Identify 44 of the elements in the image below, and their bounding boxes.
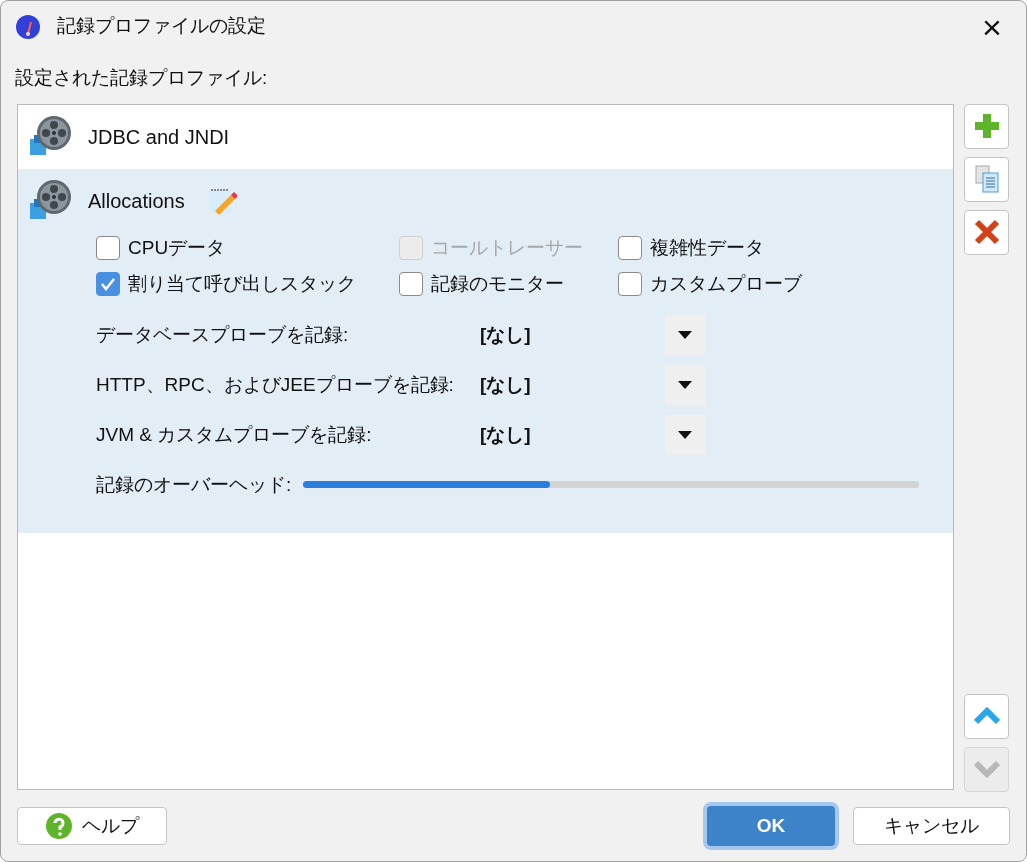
checkbox-label: カスタムプローブ [650,271,802,296]
checkbox-label: 複雑性データ [650,235,764,260]
probe-value: [なし] [480,322,532,347]
close-button[interactable]: × [972,6,1012,47]
checkbox[interactable] [618,235,642,260]
plus-icon [973,113,1000,140]
question-icon [45,813,72,840]
list-label: 設定された記録プロファイル: [15,65,268,90]
down-chevron-icon [973,760,1000,779]
caret-icon [678,330,692,339]
checkbox[interactable] [618,271,642,296]
profile-name: JDBC and JNDI [88,124,230,150]
copy-icon [973,165,1000,194]
probe-label: JVM & カスタムプローブを記録: [96,422,373,447]
help-button[interactable]: ヘルプ [17,807,167,846]
probe-label: データベースプローブを記録: [96,322,350,347]
pencil-notepad-icon[interactable] [206,186,237,215]
checkbox-label: CPUデータ [128,235,226,260]
checkmark-icon [100,276,116,291]
delete-button[interactable] [964,209,1010,255]
checkbox[interactable] [96,235,120,260]
dropdown-button[interactable] [665,314,705,355]
copy-button[interactable] [964,156,1010,202]
gauge-icon [15,13,41,40]
profile-name: Allocations [88,188,185,214]
probe-label: HTTP、RPC、およびJEEプローブを記録: [96,372,455,397]
checkbox-label: 記録のモニター [431,271,564,296]
checkbox-label: コールトレーサー [431,235,583,260]
overhead-label: 記録のオーバーヘッド: [96,472,292,497]
up-button[interactable] [964,693,1010,739]
delete-x-icon [973,219,1000,246]
add-button[interactable] [964,103,1010,149]
checkbox[interactable] [96,271,120,296]
probe-value: [なし] [480,372,532,397]
checkbox-label: 割り当て呼び出しスタック [128,271,356,296]
dropdown-button[interactable] [665,364,705,405]
caret-icon [678,430,692,439]
caret-icon [678,380,692,389]
probe-value: [なし] [480,422,532,447]
window-title: 記録プロファイルの設定 [57,14,266,39]
checkbox[interactable] [399,271,423,296]
up-chevron-icon [973,707,1000,726]
cancel-button[interactable]: キャンセル [853,807,1010,846]
dropdown-button[interactable] [665,414,705,455]
